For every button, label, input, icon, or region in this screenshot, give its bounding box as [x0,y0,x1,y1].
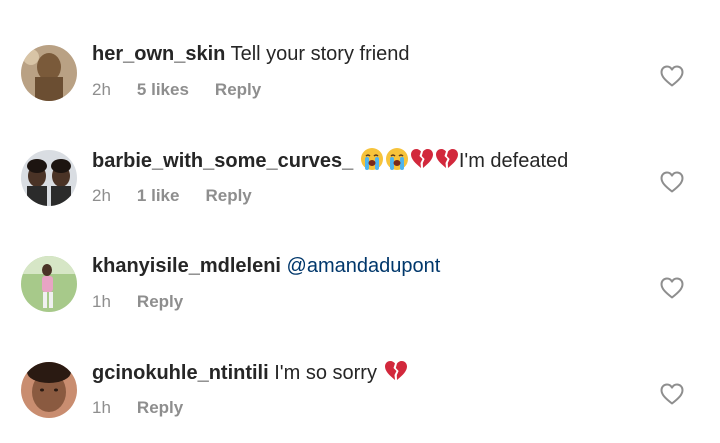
comment-username[interactable]: her_own_skin [92,43,225,65]
comment-item: gcinokuhle_ntintili I'm so sorry 1h Reply [0,336,720,442]
avatar[interactable] [21,45,77,101]
avatar[interactable] [21,150,77,206]
comment-username[interactable]: khanyisile_mdleleni [92,255,281,277]
comment-text: I'm defeated [458,150,569,172]
heart-outline-icon[interactable] [660,383,684,405]
loudly-crying-face-icon [385,147,409,171]
comment-likes[interactable]: 1 like [137,186,180,205]
comment-meta: 2h 5 likes Reply [92,80,287,100]
avatar[interactable] [21,362,77,418]
comment-time: 2h [92,186,111,205]
comment-username[interactable]: gcinokuhle_ntintili [92,362,269,384]
heart-outline-icon[interactable] [660,65,684,87]
comment-item: khanyisile_mdleleni @amandadupont 1h Repl… [0,230,720,336]
comment-item: her_own_skin Tell your story friend 2h 5 … [0,18,720,124]
comment-mention[interactable]: @amandadupont [281,255,441,277]
heart-outline-icon[interactable] [660,277,684,299]
comment-username[interactable]: barbie_with_some_curves_ [92,150,353,172]
loudly-crying-face-icon [360,147,384,171]
comment-time: 1h [92,398,111,417]
comment-text: I'm so sorry [268,362,377,384]
reply-button[interactable]: Reply [205,186,251,205]
broken-heart-icon [384,359,408,383]
comment-text: Tell your story friend [225,43,410,65]
comment-meta: 1h Reply [92,292,209,312]
broken-heart-icon [410,147,434,171]
broken-heart-icon [435,147,459,171]
comment-line: gcinokuhle_ntintili I'm so sorry [92,359,408,386]
comment-item: barbie_with_some_curves_ I'm defeated 2h… [0,124,720,230]
comment-time: 1h [92,292,111,311]
comment-meta: 1h Reply [92,398,209,418]
heart-outline-icon[interactable] [660,171,684,193]
comment-line: her_own_skin Tell your story friend [92,41,410,67]
comment-meta: 2h 1 like Reply [92,186,278,206]
reply-button[interactable]: Reply [137,292,183,311]
comment-line: barbie_with_some_curves_ I'm defeated [92,147,568,174]
comment-likes[interactable]: 5 likes [137,80,189,99]
reply-button[interactable]: Reply [215,80,261,99]
comment-line: khanyisile_mdleleni @amandadupont [92,253,440,279]
comment-time: 2h [92,80,111,99]
reply-button[interactable]: Reply [137,398,183,417]
avatar[interactable] [21,256,77,312]
